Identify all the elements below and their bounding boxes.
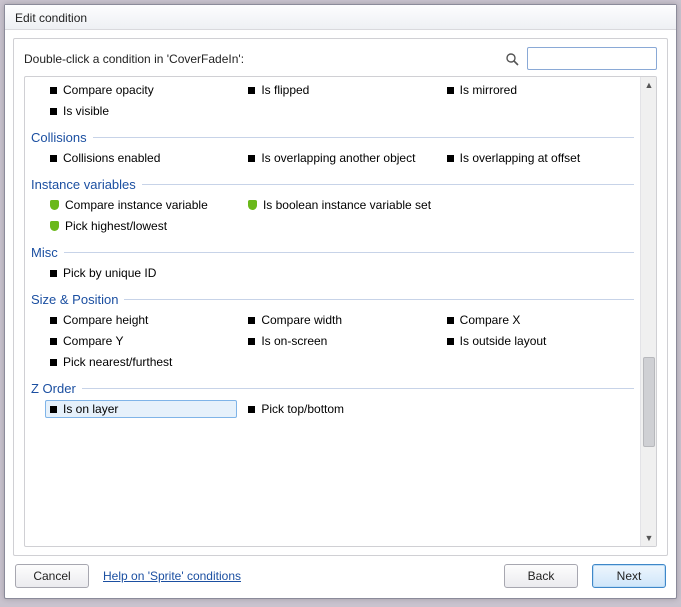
bullet-icon [248, 87, 255, 94]
condition-item[interactable]: Pick nearest/furthest [45, 353, 237, 371]
condition-label: Compare width [261, 313, 342, 327]
section-header: Z Order [31, 381, 634, 396]
dialog-body: Double-click a condition in 'CoverFadeIn… [13, 38, 668, 556]
condition-item[interactable]: Compare Y [45, 332, 237, 350]
section-title: Misc [31, 245, 58, 260]
condition-item[interactable]: Compare instance variable [45, 196, 237, 214]
variable-icon [50, 200, 59, 210]
condition-item[interactable]: Collisions enabled [45, 149, 237, 167]
condition-item[interactable]: Compare height [45, 311, 237, 329]
bullet-icon [248, 406, 255, 413]
section-items: Collisions enabled Is overlapping another… [31, 149, 634, 167]
scroll-up-icon[interactable]: ▲ [641, 77, 657, 93]
section-items: Compare height Compare width Compare X Comp… [31, 311, 634, 371]
bullet-icon [447, 87, 454, 94]
condition-item[interactable]: Is overlapping another object [243, 149, 435, 167]
condition-label: Is on layer [63, 402, 118, 416]
dialog-window: Edit condition Double-click a condition … [4, 4, 677, 599]
bullet-icon [50, 317, 57, 324]
condition-label: Is overlapping another object [261, 151, 415, 165]
condition-item[interactable]: Is visible [45, 102, 237, 120]
section-items: Is on layer Pick top/bottom [31, 400, 634, 418]
dialog-footer: Cancel Help on 'Sprite' conditions Back … [5, 556, 676, 598]
back-button[interactable]: Back [504, 564, 578, 588]
section-items: Pick by unique ID [31, 264, 634, 282]
prompt-text: Double-click a condition in 'CoverFadeIn… [24, 52, 497, 66]
prompt-row: Double-click a condition in 'CoverFadeIn… [14, 39, 667, 76]
condition-label: Is boolean instance variable set [263, 198, 431, 212]
condition-list-wrap: Compare opacity Is flipped Is mirrored Is v… [24, 76, 657, 547]
condition-item[interactable]: Is boolean instance variable set [243, 196, 436, 214]
bullet-icon [248, 317, 255, 324]
help-link[interactable]: Help on 'Sprite' conditions [103, 569, 241, 583]
condition-label: Pick by unique ID [63, 266, 156, 280]
condition-label: Pick highest/lowest [65, 219, 167, 233]
condition-label: Compare height [63, 313, 148, 327]
section-title: Instance variables [31, 177, 136, 192]
bullet-icon [447, 155, 454, 162]
condition-item[interactable]: Is on-screen [243, 332, 435, 350]
condition-label: Compare Y [63, 334, 123, 348]
condition-label: Is outside layout [460, 334, 547, 348]
condition-label: Compare X [460, 313, 521, 327]
condition-item[interactable]: Pick highest/lowest [45, 217, 237, 235]
scroll-thumb[interactable] [643, 357, 655, 447]
section-items: Compare opacity Is flipped Is mirrored Is v… [31, 81, 634, 120]
bullet-icon [50, 359, 57, 366]
section-title: Size & Position [31, 292, 118, 307]
window-title: Edit condition [5, 5, 676, 30]
bullet-icon [50, 406, 57, 413]
condition-item[interactable]: Compare opacity [45, 81, 237, 99]
condition-item[interactable]: Is flipped [243, 81, 435, 99]
variable-icon [248, 200, 257, 210]
search-icon [505, 52, 519, 66]
condition-label: Is on-screen [261, 334, 327, 348]
condition-label: Is mirrored [460, 83, 517, 97]
section-header: Size & Position [31, 292, 634, 307]
condition-item[interactable]: Compare width [243, 311, 435, 329]
section-header: Misc [31, 245, 634, 260]
bullet-icon [50, 338, 57, 345]
bullet-icon [50, 155, 57, 162]
variable-icon [50, 221, 59, 231]
condition-label: Pick nearest/furthest [63, 355, 172, 369]
bullet-icon [447, 338, 454, 345]
condition-label: Is flipped [261, 83, 309, 97]
condition-label: Is visible [63, 104, 109, 118]
section-header: Collisions [31, 130, 634, 145]
condition-item[interactable]: Is overlapping at offset [442, 149, 634, 167]
scroll-down-icon[interactable]: ▼ [641, 530, 657, 546]
condition-label: Is overlapping at offset [460, 151, 581, 165]
condition-item[interactable]: Compare X [442, 311, 634, 329]
next-button[interactable]: Next [592, 564, 666, 588]
condition-label: Pick top/bottom [261, 402, 344, 416]
condition-item[interactable]: Is mirrored [442, 81, 634, 99]
condition-label: Collisions enabled [63, 151, 160, 165]
condition-item[interactable]: Is on layer [45, 400, 237, 418]
bullet-icon [248, 155, 255, 162]
section-header: Instance variables [31, 177, 634, 192]
bullet-icon [447, 317, 454, 324]
scrollbar[interactable]: ▲ ▼ [640, 77, 656, 546]
search-input[interactable] [527, 47, 657, 70]
section-title: Collisions [31, 130, 87, 145]
bullet-icon [50, 108, 57, 115]
section-title: Z Order [31, 381, 76, 396]
condition-list[interactable]: Compare opacity Is flipped Is mirrored Is v… [25, 77, 640, 546]
bullet-icon [248, 338, 255, 345]
cancel-button[interactable]: Cancel [15, 564, 89, 588]
condition-label: Compare opacity [63, 83, 154, 97]
condition-item[interactable]: Is outside layout [442, 332, 634, 350]
condition-item[interactable]: Pick top/bottom [243, 400, 435, 418]
bullet-icon [50, 87, 57, 94]
section-items: Compare instance variable Is boolean inst… [31, 196, 634, 235]
condition-item[interactable]: Pick by unique ID [45, 264, 237, 282]
condition-label: Compare instance variable [65, 198, 208, 212]
bullet-icon [50, 270, 57, 277]
